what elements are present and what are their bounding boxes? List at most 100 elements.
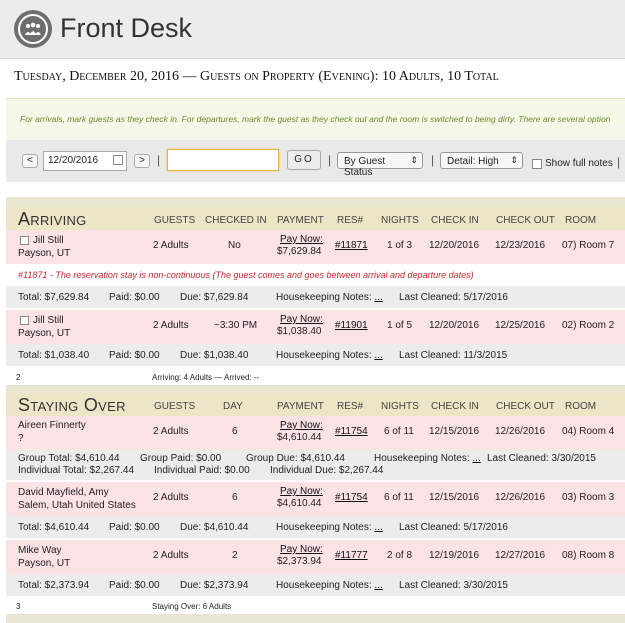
detail-select[interactable]: Detail: High ⇕ bbox=[440, 152, 523, 169]
last-cleaned: Last Cleaned: 3/30/2015 bbox=[487, 453, 596, 464]
paid-value: Paid: $0.00 bbox=[109, 292, 160, 303]
next-day-button[interactable]: > bbox=[134, 154, 150, 168]
guest-name: Mike Way bbox=[18, 545, 62, 556]
guest-row[interactable]: Jill Still Payson, UT 2 Adults No Pay No… bbox=[6, 230, 625, 264]
reservation-link[interactable]: #11871 bbox=[335, 240, 368, 252]
section-divider bbox=[6, 197, 625, 207]
nights-value: 6 of 11 bbox=[384, 492, 414, 503]
guest-row[interactable]: Aireen Finnerty ? 2 Adults 6 Pay Now: $4… bbox=[6, 416, 625, 450]
separator: | bbox=[431, 153, 435, 167]
column-header: PAYMENT bbox=[277, 401, 324, 412]
check-in-date: 12/15/2016 bbox=[429, 492, 480, 503]
reservation-link[interactable]: #11777 bbox=[335, 550, 368, 562]
totals-row: Total: $7,629.84 Paid: $0.00 Due: $7,629… bbox=[6, 286, 625, 308]
check-out-date: 12/23/2016 bbox=[495, 240, 546, 251]
paid-value: Paid: $0.00 bbox=[109, 350, 160, 361]
check-out-date: 12/26/2016 bbox=[495, 492, 546, 503]
last-cleaned: Last Cleaned: 11/3/2015 bbox=[399, 350, 508, 361]
date-field[interactable]: 12/20/2016 bbox=[43, 151, 127, 171]
housekeeping-notes-link[interactable]: ... bbox=[374, 522, 382, 533]
check-in-checkbox[interactable] bbox=[20, 235, 29, 245]
nights-value: 1 of 3 bbox=[387, 240, 413, 251]
calendar-icon[interactable] bbox=[113, 155, 123, 165]
individual-paid: Individual Paid: $0.00 bbox=[154, 465, 250, 476]
reservation-link[interactable]: #11754 bbox=[335, 492, 368, 504]
date-value: 12/20/2016 bbox=[48, 155, 99, 166]
staying-over-summary-text: Staying Over: 6 Adults bbox=[152, 602, 232, 611]
section-title: Staying Over bbox=[18, 395, 126, 415]
pay-now-link[interactable]: Pay Now: bbox=[280, 234, 323, 246]
go-button[interactable]: GO bbox=[287, 150, 321, 170]
info-text: For arrivals, mark guests as they check … bbox=[20, 114, 611, 124]
sort-select[interactable]: By Guest Status ⇕ bbox=[337, 152, 423, 178]
housekeeping-notes: Housekeeping Notes: ... bbox=[276, 580, 383, 591]
prev-day-button[interactable]: < bbox=[22, 154, 38, 168]
group-paid: Group Paid: $0.00 bbox=[140, 453, 222, 464]
nights-value: 6 of 11 bbox=[384, 426, 414, 437]
guests-count: 2 Adults bbox=[153, 240, 189, 251]
guest-location: ? bbox=[18, 433, 24, 444]
housekeeping-notes-link[interactable]: ... bbox=[374, 580, 382, 591]
individual-due: Individual Due: $2,267.44 bbox=[270, 465, 384, 476]
pay-now-link[interactable]: Pay Now: bbox=[280, 420, 323, 432]
guest-row[interactable]: Jill Still Payson, UT 2 Adults ~3:30 PM … bbox=[6, 310, 625, 344]
room-value: 08) Room 8 bbox=[562, 550, 615, 561]
totals-row: Total: $4,610.44 Paid: $0.00 Due: $4,610… bbox=[6, 516, 625, 538]
guest-row[interactable]: Mike Way Payson, UT 2 Adults 2 Pay Now: … bbox=[6, 540, 625, 574]
due-value: Due: $7,629.84 bbox=[180, 292, 249, 303]
select-arrows-icon: ⇕ bbox=[510, 155, 518, 165]
toolbar: < 12/20/2016 > | GO | By Guest Status ⇕ … bbox=[6, 140, 625, 182]
guest-location: Payson, UT bbox=[18, 328, 71, 339]
payment-amount: $4,610.44 bbox=[277, 498, 322, 509]
housekeeping-notes-link[interactable]: ... bbox=[374, 350, 382, 361]
day-value: 6 bbox=[232, 426, 238, 437]
day-value: 2 bbox=[232, 550, 238, 561]
due-value: Due: $1,038.40 bbox=[180, 350, 249, 361]
front-desk-logo-icon bbox=[14, 10, 52, 48]
check-in-date: 12/20/2016 bbox=[429, 320, 480, 331]
payment-amount: $2,373.94 bbox=[277, 556, 322, 567]
total-value: Total: $4,610.44 bbox=[18, 522, 90, 533]
housekeeping-notes: Housekeeping Notes: ... bbox=[374, 453, 481, 464]
pay-now-link[interactable]: Pay Now: bbox=[280, 486, 323, 498]
search-input[interactable] bbox=[167, 149, 279, 171]
checked-in-status: ~3:30 PM bbox=[214, 320, 258, 331]
paid-value: Paid: $0.00 bbox=[109, 580, 160, 591]
day-value: 6 bbox=[232, 492, 238, 503]
info-banner: For arrivals, mark guests as they check … bbox=[6, 98, 625, 142]
guest-location: Payson, UT bbox=[18, 558, 71, 569]
guest-location: Payson, UT bbox=[18, 248, 71, 259]
group-total: Group Total: $4,610.44 bbox=[18, 453, 120, 464]
room-value: 02) Room 2 bbox=[562, 320, 615, 331]
check-out-date: 12/26/2016 bbox=[495, 426, 546, 437]
separator: | bbox=[157, 153, 161, 167]
last-cleaned: Last Cleaned: 3/30/2015 bbox=[399, 580, 508, 591]
reservation-warning-row: #11871 - The reservation stay is non-con… bbox=[6, 264, 625, 286]
guests-count: 2 Adults bbox=[153, 550, 189, 561]
room-value: 07) Room 7 bbox=[562, 240, 615, 251]
guests-count: 2 Adults bbox=[153, 492, 189, 503]
housekeeping-notes-link[interactable]: ... bbox=[374, 292, 382, 303]
totals-row: Total: $1,038.40 Paid: $0.00 Due: $1,038… bbox=[6, 344, 625, 366]
pay-now-link[interactable]: Pay Now: bbox=[280, 544, 323, 556]
housekeeping-notes-link[interactable]: ... bbox=[472, 453, 480, 464]
guest-name: Jill Still bbox=[20, 315, 64, 327]
column-header: CHECK IN bbox=[431, 401, 479, 412]
guests-count: 2 Adults bbox=[153, 426, 189, 437]
guest-row[interactable]: David Mayfield, Amy Salem, Utah United S… bbox=[6, 482, 625, 516]
check-out-date: 12/25/2016 bbox=[495, 320, 546, 331]
column-header: RES# bbox=[337, 215, 364, 226]
staying-over-summary: 3 Staying Over: 6 Adults bbox=[6, 596, 625, 615]
column-header: ROOM bbox=[565, 401, 597, 412]
show-notes-checkbox[interactable] bbox=[532, 159, 542, 169]
check-in-date: 12/19/2016 bbox=[429, 550, 480, 561]
reservation-link[interactable]: #11901 bbox=[335, 320, 368, 332]
check-in-checkbox[interactable] bbox=[20, 315, 29, 325]
column-header: DAY bbox=[223, 401, 243, 412]
housekeeping-notes: Housekeeping Notes: ... bbox=[276, 292, 383, 303]
page-title: Tuesday, December 20, 2016 — Guests on P… bbox=[14, 69, 499, 84]
reservation-link[interactable]: #11754 bbox=[335, 426, 368, 438]
pay-now-link[interactable]: Pay Now: bbox=[280, 314, 323, 326]
housekeeping-notes: Housekeeping Notes: ... bbox=[276, 522, 383, 533]
arriving-count: 2 bbox=[16, 373, 21, 382]
